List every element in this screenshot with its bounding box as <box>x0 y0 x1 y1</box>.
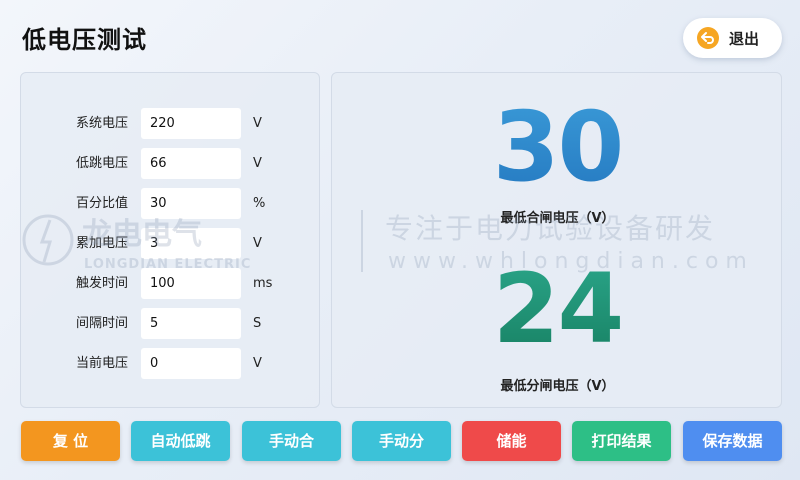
param-unit: % <box>253 196 266 211</box>
auto-low-trip-button[interactable]: 自动低跳 <box>131 421 230 461</box>
param-row-step-voltage: 累加电压 V <box>21 228 321 260</box>
param-unit: V <box>253 156 262 171</box>
energy-storage-button[interactable]: 储能 <box>462 421 561 461</box>
step-voltage-input[interactable] <box>141 228 241 259</box>
manual-close-button[interactable]: 手动合 <box>242 421 341 461</box>
param-unit: V <box>253 236 262 251</box>
exit-label: 退出 <box>729 29 760 48</box>
current-voltage-input[interactable] <box>141 348 241 379</box>
param-label: 间隔时间 <box>75 316 128 331</box>
param-label: 当前电压 <box>75 356 128 371</box>
min-close-voltage-value: 30 <box>332 91 783 203</box>
param-label: 百分比值 <box>75 196 128 211</box>
param-row-system-voltage: 系统电压 V <box>21 108 321 140</box>
min-open-voltage-value: 24 <box>332 253 783 365</box>
back-arrow-icon <box>697 27 719 49</box>
param-row-interval-time: 间隔时间 S <box>21 308 321 340</box>
param-row-trip-voltage: 低跳电压 V <box>21 148 321 180</box>
trigger-time-input[interactable] <box>141 268 241 299</box>
param-label: 累加电压 <box>75 236 128 251</box>
manual-open-button[interactable]: 手动分 <box>352 421 451 461</box>
action-bar: 复 位 自动低跳 手动合 手动分 储能 打印结果 保存数据 <box>0 421 800 461</box>
save-data-button[interactable]: 保存数据 <box>683 421 782 461</box>
param-label: 触发时间 <box>75 276 128 291</box>
param-row-trigger-time: 触发时间 ms <box>21 268 321 300</box>
param-row-percentage: 百分比值 % <box>21 188 321 220</box>
exit-button[interactable]: 退出 <box>683 18 782 58</box>
param-label: 低跳电压 <box>75 156 128 171</box>
param-row-current-voltage: 当前电压 V <box>21 348 321 380</box>
parameter-panel: 系统电压 V 低跳电压 V 百分比值 % 累加电压 V 触发时间 ms 间隔时间… <box>20 72 320 408</box>
min-open-voltage-caption: 最低分闸电压（V） <box>500 379 615 394</box>
percentage-input[interactable] <box>141 188 241 219</box>
param-unit: V <box>253 356 262 371</box>
reset-button[interactable]: 复 位 <box>21 421 120 461</box>
system-voltage-input[interactable] <box>141 108 241 139</box>
param-unit: S <box>253 316 262 331</box>
page-title: 低电压测试 <box>22 26 147 54</box>
trip-voltage-input[interactable] <box>141 148 241 179</box>
interval-time-input[interactable] <box>141 308 241 339</box>
result-panel: 30 最低合闸电压（V） 24 最低分闸电压（V） <box>331 72 782 408</box>
min-close-voltage-caption: 最低合闸电压（V） <box>500 211 615 226</box>
param-label: 系统电压 <box>75 116 128 131</box>
print-result-button[interactable]: 打印结果 <box>572 421 671 461</box>
param-unit: V <box>253 116 262 131</box>
param-unit: ms <box>253 276 273 291</box>
